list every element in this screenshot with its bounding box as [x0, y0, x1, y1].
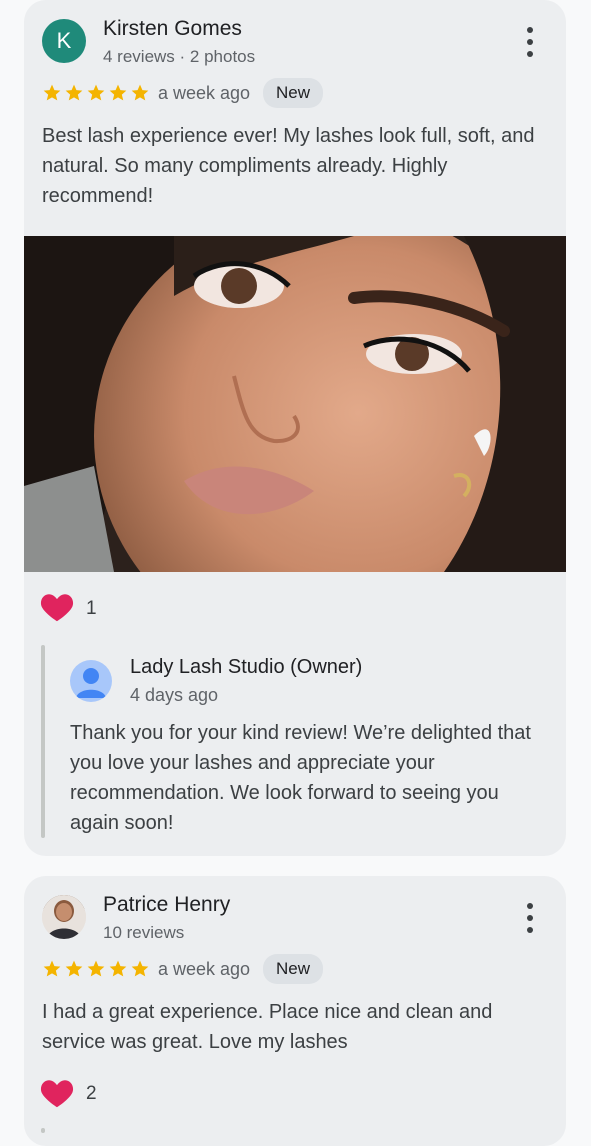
owner-name: Lady Lash Studio (Owner): [130, 656, 363, 678]
person-icon: [76, 668, 106, 698]
new-badge: New: [263, 78, 324, 108]
new-badge: New: [263, 954, 324, 984]
star-icon: [65, 960, 83, 977]
star-icon: [109, 84, 127, 101]
star-icon: [131, 960, 149, 977]
reviewer-name[interactable]: Kirsten Gomes: [103, 17, 242, 41]
heart-icon[interactable]: [40, 1077, 74, 1109]
reviewer-meta: 4 reviews · 2 photos: [103, 47, 256, 66]
star-icon: [131, 84, 149, 101]
review-text: I had a great experience. Place nice and…: [42, 1001, 493, 1053]
star-icon: [87, 960, 105, 977]
review-text: Best lash experience ever! My lashes loo…: [42, 125, 535, 207]
review-photo[interactable]: [24, 236, 566, 572]
star-icon: [87, 84, 105, 101]
more-options-icon[interactable]: [520, 903, 540, 933]
star-icon: [43, 84, 61, 101]
review-time: a week ago: [158, 959, 251, 979]
star-icon: [109, 960, 127, 977]
reviewer-meta: 10 reviews: [103, 923, 185, 942]
review-time: a week ago: [158, 83, 251, 103]
reply-divider: [41, 1128, 45, 1133]
like-count: 1: [86, 598, 97, 619]
avatar-letter: K: [56, 28, 72, 53]
like-count: 2: [86, 1083, 97, 1104]
face-photo-image: [24, 236, 566, 572]
reply-text: Thank you for your kind review! We’re de…: [70, 722, 531, 834]
reviewer-avatar[interactable]: K: [42, 19, 86, 63]
heart-icon[interactable]: [40, 591, 74, 623]
reply-divider: [41, 645, 45, 838]
star-rating: [42, 83, 150, 103]
reviewer-name[interactable]: Patrice Henry: [103, 893, 230, 917]
reply-time: 4 days ago: [130, 685, 219, 705]
owner-avatar[interactable]: [70, 660, 112, 702]
profile-photo-image: [42, 895, 86, 939]
star-rating: [42, 959, 150, 979]
more-options-icon[interactable]: [520, 27, 540, 57]
star-icon: [43, 960, 61, 977]
star-icon: [65, 84, 83, 101]
reviewer-avatar[interactable]: [42, 895, 86, 939]
